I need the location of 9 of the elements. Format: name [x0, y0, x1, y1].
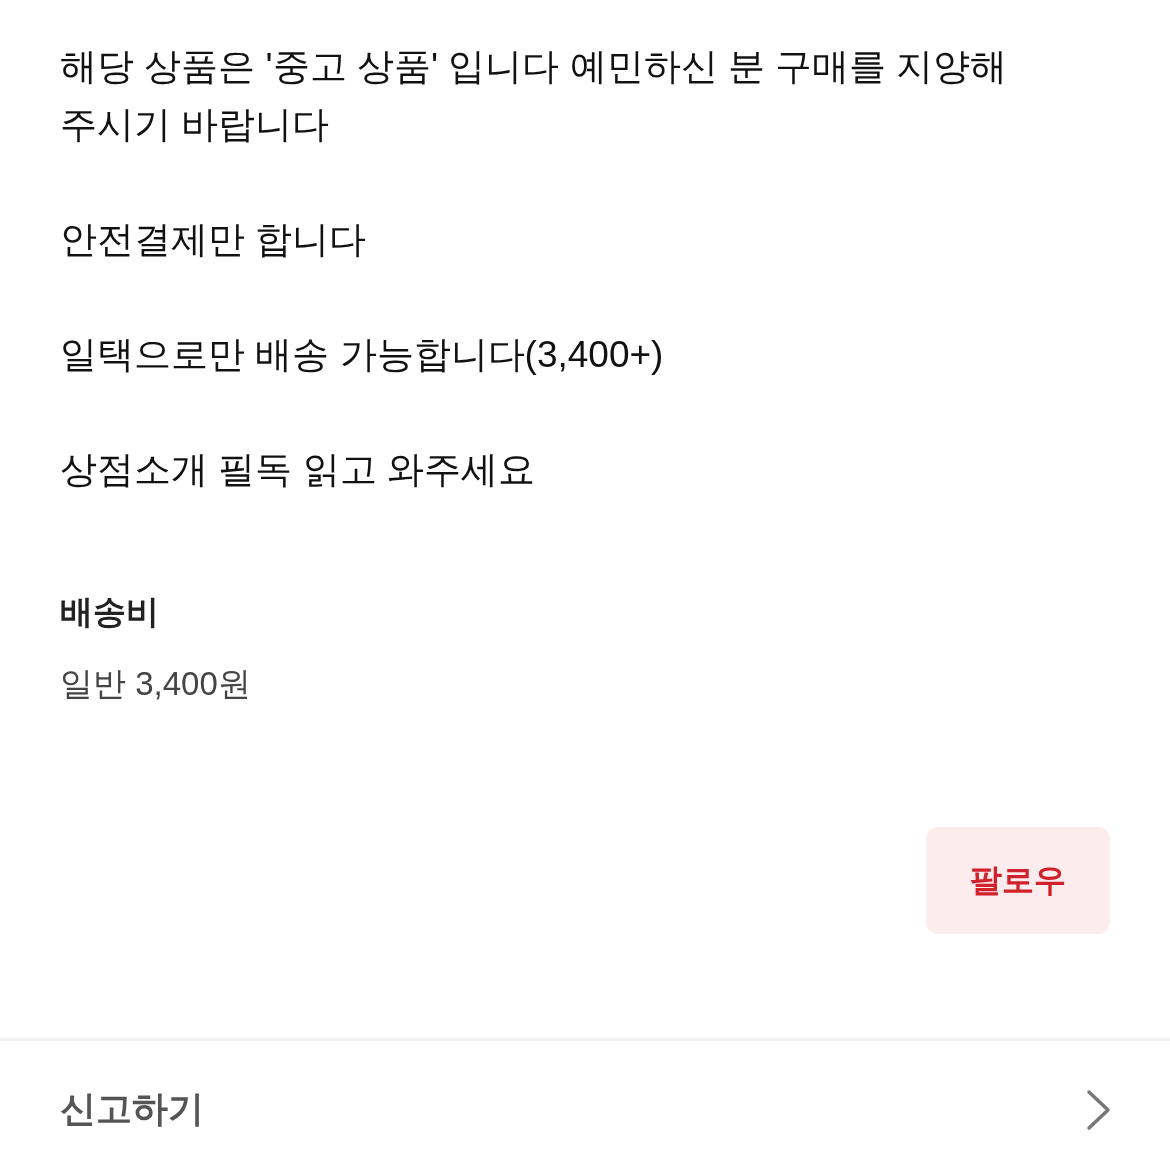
follow-button[interactable]: 팔로우 — [926, 827, 1110, 934]
chevron-right-icon[interactable] — [1086, 1088, 1112, 1131]
description-paragraph: 일택으로만 배송 가능합니다(3,400+) — [60, 333, 665, 377]
report-link[interactable]: 신고하기 — [60, 1085, 204, 1134]
description-paragraph: 해당 상품은 '중고 상품' 입니다 예민하신 분 구매를 지양해 주시기 바랍니다 — [60, 45, 1009, 147]
shipping-fee-value: 일반 3,400원 — [60, 664, 252, 704]
shipping-fee-title: 배송비 — [60, 592, 160, 632]
description-paragraph: 안전결제만 합니다 — [60, 218, 368, 262]
description-paragraph: 상점소개 필독 읽고 와주세요 — [60, 448, 536, 492]
